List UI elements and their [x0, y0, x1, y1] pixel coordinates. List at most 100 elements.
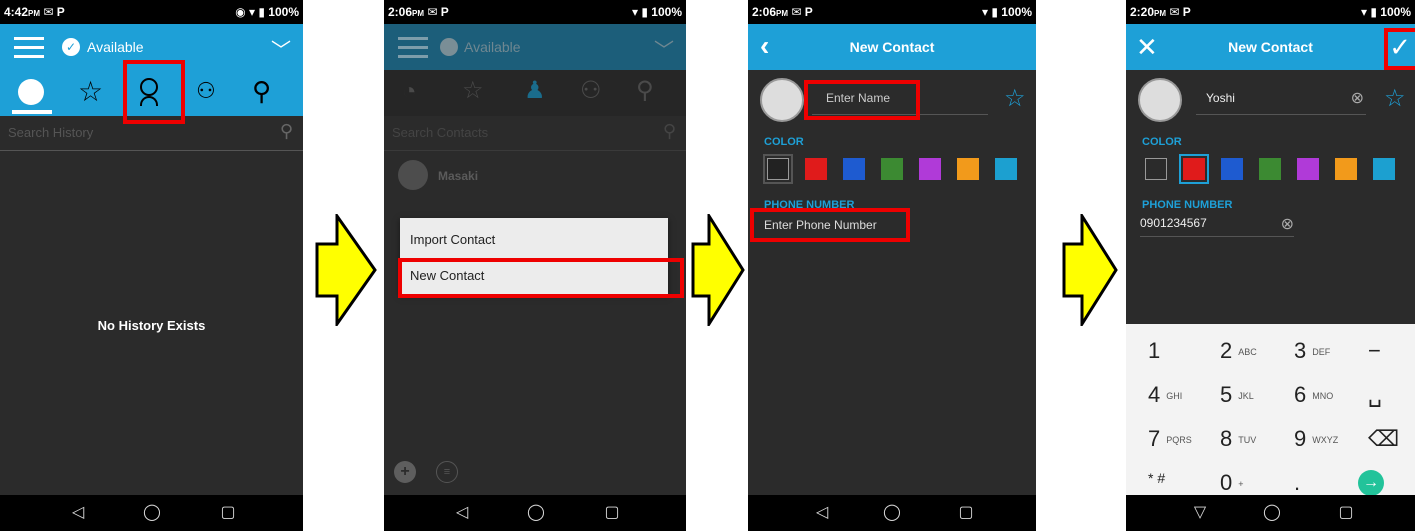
- highlight-phone-input: [750, 208, 910, 242]
- signal-icon: ▾ ▮: [631, 5, 648, 19]
- p-icon: P: [440, 5, 449, 19]
- keypad-key[interactable]: ⌫: [1368, 426, 1399, 452]
- color-swatch[interactable]: [995, 158, 1017, 180]
- next-key[interactable]: →: [1358, 470, 1384, 496]
- mail-icon: ✉: [43, 5, 54, 19]
- color-swatch[interactable]: [843, 158, 865, 180]
- star-icon[interactable]: ☆: [78, 75, 103, 108]
- menu-icon: [398, 37, 428, 58]
- navigation-bar: ◁ ◯ ▢: [0, 495, 303, 531]
- arrow-right-icon: [691, 214, 745, 326]
- chevron-down-icon[interactable]: ﹀: [271, 34, 291, 63]
- keypad-key[interactable]: 5 JKL: [1220, 382, 1254, 408]
- battery-level: 100%: [268, 5, 299, 19]
- signal-icon: ▾ ▮: [981, 5, 998, 19]
- color-swatch[interactable]: [767, 158, 789, 180]
- color-swatch[interactable]: [1259, 158, 1281, 180]
- color-label: COLOR: [1142, 136, 1182, 148]
- search-bar: Search Contacts ⚲: [384, 116, 686, 151]
- signal-icon: ◉ ▾ ▮: [235, 5, 265, 19]
- color-swatch[interactable]: [1335, 158, 1357, 180]
- home-icon[interactable]: ◯: [142, 503, 162, 523]
- arrow-right-icon: [315, 214, 377, 326]
- back-icon[interactable]: ◁: [452, 503, 472, 523]
- page-title: New Contact: [1228, 39, 1313, 55]
- phone-number-label: PHONE NUMBER: [1142, 199, 1233, 211]
- avatar[interactable]: [1138, 78, 1182, 122]
- presence-status: Available: [464, 39, 521, 55]
- color-swatch[interactable]: [1183, 158, 1205, 180]
- contact-name: Masaki: [438, 169, 479, 183]
- keypad-key[interactable]: 9 WXYZ: [1294, 426, 1338, 452]
- keypad-key[interactable]: .: [1294, 470, 1300, 496]
- highlight-contacts-tab: [123, 60, 185, 124]
- recents-icon[interactable]: ▢: [602, 503, 622, 523]
- status-time-suffix: PM: [1154, 9, 1167, 18]
- back-icon[interactable]: ▽: [1190, 503, 1210, 523]
- home-icon[interactable]: ◯: [526, 503, 546, 523]
- keypad-key[interactable]: 0 +: [1220, 470, 1244, 496]
- color-swatch[interactable]: [1145, 158, 1167, 180]
- recents-icon[interactable]: ▢: [218, 503, 238, 523]
- keypad-key[interactable]: 8 TUV: [1220, 426, 1256, 452]
- keypad-key[interactable]: 4 GHI: [1148, 382, 1182, 408]
- presence-status[interactable]: Available: [87, 39, 144, 55]
- import-contact-item[interactable]: Import Contact: [410, 232, 495, 247]
- search-icon[interactable]: ⚲: [280, 121, 293, 142]
- keypad-key[interactable]: 6 MNO: [1294, 382, 1333, 408]
- favorite-star-icon[interactable]: ☆: [1004, 84, 1026, 113]
- status-time-suffix: PM: [28, 9, 41, 18]
- app-bar-dimmed: Available ﹀: [384, 24, 686, 70]
- color-swatch[interactable]: [805, 158, 827, 180]
- active-tab-indicator: [12, 110, 52, 114]
- search-placeholder: Search Contacts: [392, 125, 489, 140]
- status-bar: 2:06PM ✉ P ▾ ▮ 100%: [384, 0, 686, 24]
- highlight-name-input: [804, 80, 920, 120]
- tab-bar-dimmed: ◔ ☆ ♟ ⚇ ⚲: [384, 70, 686, 116]
- avatar[interactable]: [760, 78, 804, 122]
- page-title: New Contact: [849, 39, 935, 55]
- p-icon: P: [804, 5, 813, 19]
- color-swatch[interactable]: [1373, 158, 1395, 180]
- status-time-suffix: PM: [412, 9, 425, 18]
- keypad-key[interactable]: 3 DEF: [1294, 338, 1330, 364]
- available-check-icon: [440, 38, 458, 56]
- clear-name-icon[interactable]: ⊗: [1351, 88, 1364, 108]
- clear-phone-icon[interactable]: ⊗: [1281, 214, 1294, 234]
- battery-level: 100%: [651, 5, 682, 19]
- add-button[interactable]: +: [394, 461, 416, 483]
- home-icon[interactable]: ◯: [1262, 503, 1282, 523]
- name-input[interactable]: Yoshi ⊗: [1196, 88, 1366, 115]
- available-check-icon: ✓: [62, 38, 80, 56]
- phone-input[interactable]: 0901234567 ⊗: [1140, 212, 1294, 237]
- back-icon[interactable]: ◁: [812, 503, 832, 523]
- color-swatch[interactable]: [919, 158, 941, 180]
- color-swatch[interactable]: [881, 158, 903, 180]
- history-tab-icon[interactable]: [18, 79, 44, 105]
- back-icon[interactable]: ◁: [68, 503, 88, 523]
- color-swatch[interactable]: [1297, 158, 1319, 180]
- home-icon[interactable]: ◯: [882, 503, 902, 523]
- keypad-key[interactable]: ␣: [1368, 382, 1382, 408]
- keypad-key[interactable]: −: [1368, 338, 1381, 364]
- color-swatch[interactable]: [1221, 158, 1243, 180]
- group-icon[interactable]: ⚇: [196, 78, 216, 104]
- keypad-key[interactable]: * #: [1148, 470, 1165, 486]
- filter-icon[interactable]: ≡: [436, 461, 458, 483]
- menu-icon[interactable]: [14, 37, 44, 58]
- keypad-key[interactable]: 7 PQRS: [1148, 426, 1192, 452]
- mail-icon: ✉: [427, 5, 438, 19]
- mail-icon: ✉: [1169, 5, 1180, 19]
- navigation-bar: ◁ ◯ ▢: [748, 495, 1036, 531]
- location-icon[interactable]: ⚲: [252, 76, 271, 107]
- favorite-star-icon[interactable]: ☆: [1384, 84, 1406, 113]
- keypad-key[interactable]: 2 ABC: [1220, 338, 1257, 364]
- recents-icon[interactable]: ▢: [1336, 503, 1356, 523]
- recents-icon[interactable]: ▢: [956, 503, 976, 523]
- color-swatch[interactable]: [957, 158, 979, 180]
- star-icon: ☆: [462, 77, 484, 104]
- navigation-bar: ▽ ◯ ▢: [1126, 495, 1415, 531]
- screen-history: 4:42PM ✉ P ◉ ▾ ▮ 100% ✓ Available ﹀ ☆ ⚇ …: [0, 0, 303, 531]
- keypad-key[interactable]: 1: [1148, 338, 1160, 364]
- empty-history-text: No History Exists: [97, 318, 206, 333]
